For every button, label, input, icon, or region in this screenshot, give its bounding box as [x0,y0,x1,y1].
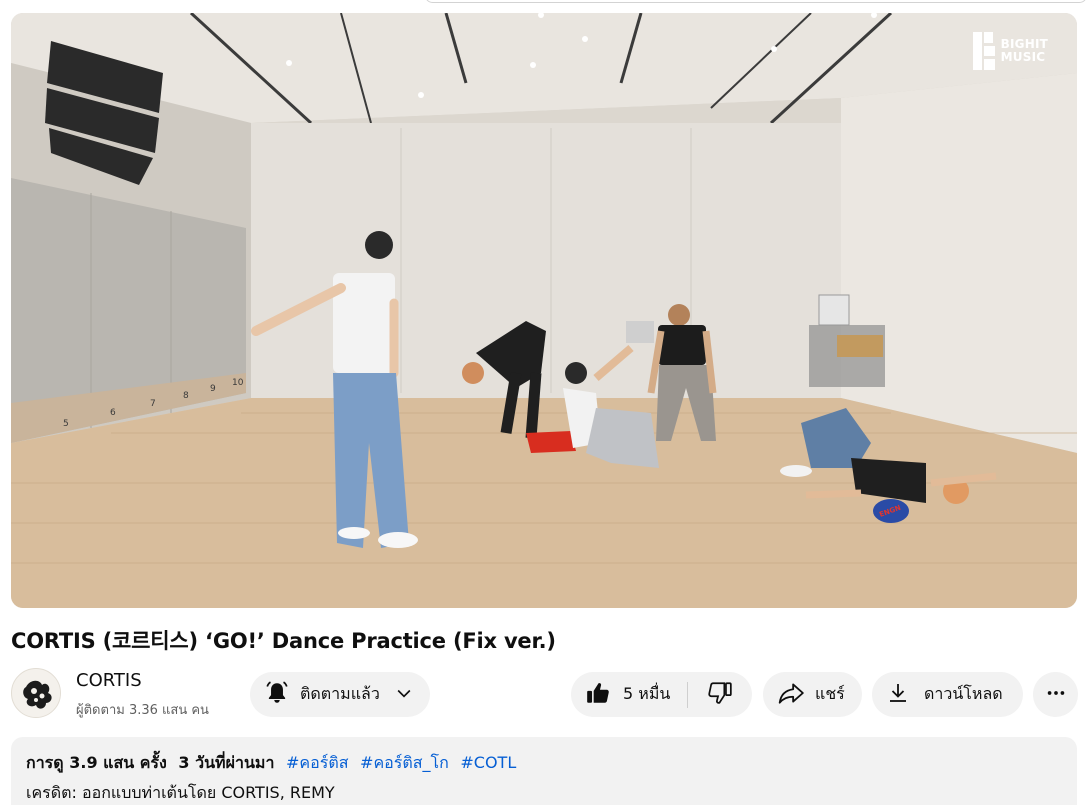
chevron-down-icon [394,683,414,707]
subscriber-count: ผู้ติดตาม 3.36 แสน คน [76,703,209,718]
channel-name[interactable]: CORTIS [76,670,142,691]
owner-actions-row: CORTIS ผู้ติดตาม 3.36 แสน คน ติดตามแล้ว … [11,668,1079,718]
channel-avatar[interactable] [11,668,61,718]
bighit-logo-mark [972,32,995,70]
like-count: 5 หมื่น [623,684,671,703]
upload-date: 3 วันที่ผ่านมา [178,753,275,772]
svg-text:8: 8 [183,391,189,401]
dislike-button[interactable] [688,672,752,717]
description-credit: เครดิต: ออกแบบท่าเต้นโดย CORTIS, REMY [26,783,335,802]
like-button[interactable]: 5 หมื่น [571,672,687,717]
hashtag-link[interactable]: #คอร์ติส_โก [360,753,449,772]
share-label: แชร์ [815,684,845,703]
subscribed-label: ติดตามแล้ว [300,684,380,703]
thumbs-up-icon [585,680,611,710]
description-meta: การดู 3.9 แสน ครั้ง 3 วันที่ผ่านมา #คอร์… [26,751,1062,776]
download-button[interactable]: ดาวน์โหลด [872,672,1023,717]
like-dislike-group: 5 หมื่น [571,672,752,717]
svg-text:10: 10 [232,378,244,388]
search-bar-edge [425,0,1087,3]
description-box[interactable]: การดู 3.9 แสน ครั้ง 3 วันที่ผ่านมา #คอร์… [11,737,1077,805]
video-frame: 5 6 7 8 9 10 ENGN [11,13,1077,608]
watermark-line-2: MUSIC [1000,50,1046,64]
video-player[interactable]: 5 6 7 8 9 10 ENGN BIGHIT MUSIC [11,13,1077,608]
hashtag-link[interactable]: #คอร์ติส [286,753,348,772]
more-horizontal-icon [1045,682,1067,708]
share-button[interactable]: แชร์ [763,672,862,717]
video-title: CORTIS (코르티스) ‘GO!’ Dance Practice (Fix … [11,629,556,653]
bighit-watermark: BIGHIT MUSIC [972,32,1048,70]
hashtag-link[interactable]: #COTL [460,753,516,772]
svg-text:9: 9 [210,384,216,394]
thumbs-down-icon [707,680,733,710]
bell-icon [264,680,290,710]
svg-text:6: 6 [110,408,116,418]
view-count: การดู 3.9 แสน ครั้ง [26,753,167,772]
download-icon [886,681,910,709]
svg-text:5: 5 [63,419,69,429]
svg-text:7: 7 [150,399,156,409]
subscribed-button[interactable]: ติดตามแล้ว [250,672,430,717]
download-label: ดาวน์โหลด [924,684,1003,703]
more-actions-button[interactable] [1033,672,1078,717]
share-icon [777,680,805,710]
